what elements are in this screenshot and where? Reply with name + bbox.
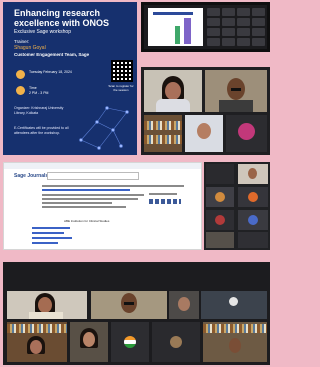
participant-gallery [207,8,265,46]
poster-title: Enhancing research excellence with ONOS [14,8,110,28]
video-tile[interactable] [185,115,223,152]
participant-tile [237,18,250,26]
site-logo[interactable]: Sage Journals [14,173,48,179]
poster-date: Tuesday February 18, 2024 [29,70,72,74]
video-tile[interactable] [226,115,267,152]
organizer-text: Organizer: Krishnaraj University Library… [14,106,64,115]
participant-tile [207,8,220,16]
shared-webpage: Sage Journals ABE Institution for Clinic… [3,162,202,250]
participant-tile [207,18,220,26]
browser-bar [4,163,201,169]
video-tile[interactable] [70,322,108,362]
video-tile[interactable] [144,70,202,112]
sidebar-line [149,185,184,187]
video-tile[interactable] [7,291,87,319]
video-tile[interactable] [144,115,182,152]
sidebar-line [149,193,177,195]
video-tile[interactable] [169,291,199,319]
participant-tile [252,38,265,46]
video-tile[interactable] [152,322,200,362]
video-tile[interactable] [91,291,167,319]
participant-tile [252,18,265,26]
network-graphic-icon [79,106,129,150]
text-line [42,185,152,187]
poster-subtitle: Exclusive Sage workshop [14,29,71,35]
qr-code [111,60,133,82]
participant-strip [204,162,270,250]
video-tile[interactable] [238,210,268,230]
video-tile[interactable] [7,322,67,362]
participant-tile [222,18,235,26]
participant-tile [207,38,220,46]
video-tile[interactable] [206,210,234,230]
participant-tile [252,8,265,16]
link-line[interactable] [32,232,64,234]
time-value: 2 PM - 3 PM [29,91,49,95]
video-call-grid [141,67,270,155]
text-line [42,198,138,200]
trainer-name: Shagun Goyal [14,45,46,51]
trainer-role: Customer Engagement Team, Sage [14,52,90,57]
slide-preview [148,8,203,46]
poster-time: Time 2 PM - 3 PM [29,86,69,96]
video-tile[interactable] [206,232,234,248]
slide-title-bar [153,12,193,15]
participant-tile [222,38,235,46]
share-icons[interactable] [149,199,181,204]
workshop-poster: Enhancing research excellence with ONOS … [3,2,137,155]
video-tile[interactable] [206,164,234,184]
calendar-icon [16,70,25,79]
video-tile[interactable] [205,70,267,112]
clock-icon [16,86,25,95]
video-tile[interactable] [203,322,267,362]
trainer-label: Trainer: [14,39,30,44]
video-tile[interactable] [206,187,234,207]
video-tile[interactable] [238,164,268,184]
presentation-screen [141,2,270,52]
text-line [42,202,112,204]
time-label: Time [29,86,37,90]
participant-tile [222,8,235,16]
link-line[interactable] [32,242,58,244]
qr-caption: Scan to register for the session [108,84,134,92]
slide-bar-purple [184,18,191,44]
video-tile[interactable] [238,232,268,248]
search-input[interactable] [47,172,139,180]
video-tile[interactable] [111,322,149,362]
participant-tile [237,8,250,16]
slide-bar-green [175,26,180,44]
participant-tile [237,38,250,46]
participant-tile [237,28,250,36]
section-heading: ABE Institution for Clinical Studies [64,219,110,223]
participant-tile [222,28,235,36]
text-line [42,206,126,208]
link-line[interactable] [32,227,70,229]
video-call-gallery [3,262,270,365]
video-tile[interactable] [238,187,268,207]
participant-tile [252,28,265,36]
participant-tile [207,28,220,36]
video-tile[interactable] [201,291,267,319]
text-line [42,194,144,196]
link-line[interactable] [32,237,72,239]
link-line[interactable] [42,189,130,191]
